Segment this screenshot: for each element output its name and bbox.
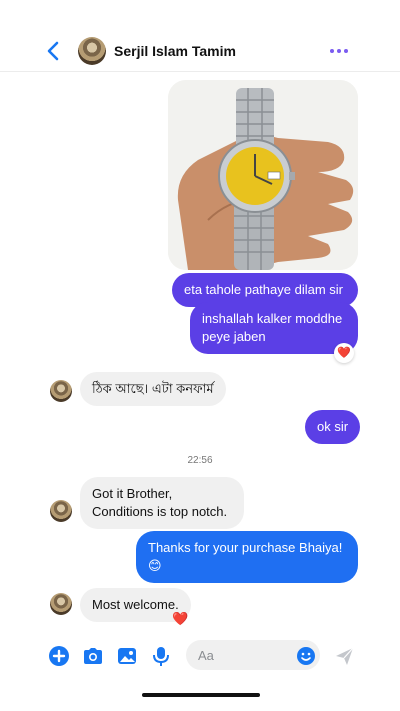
composer-bar: Aa: [0, 636, 400, 676]
heart-reaction[interactable]: ❤️: [172, 611, 188, 627]
plus-icon[interactable]: [48, 645, 70, 667]
message-text-line: Conditions is top notch.: [92, 504, 228, 519]
chevron-left-icon[interactable]: [44, 40, 64, 62]
microphone-icon[interactable]: [150, 645, 172, 667]
camera-icon[interactable]: [82, 645, 104, 667]
more-dots-icon[interactable]: [328, 43, 350, 59]
message-bubble-outgoing[interactable]: ok sir: [305, 410, 361, 444]
message-bubble-outgoing[interactable]: inshallah kalker moddhe peye jaben: [190, 302, 358, 354]
watch-image: [168, 80, 358, 270]
message-text-line: Thanks for your purchase Bhaiya!: [148, 540, 343, 555]
timestamp: 22:56: [187, 455, 213, 466]
contact-name[interactable]: Serjil Islam Tamim: [114, 43, 236, 59]
message-bubble-incoming[interactable]: ঠিক আছে। এটা কনফার্ম: [80, 372, 226, 406]
avatar[interactable]: [50, 380, 72, 402]
avatar[interactable]: [50, 593, 72, 615]
avatar[interactable]: [50, 500, 72, 522]
gallery-icon[interactable]: [116, 645, 138, 667]
avatar[interactable]: [78, 37, 106, 65]
emoji-icon[interactable]: [296, 646, 316, 666]
home-indicator: [142, 693, 260, 697]
watch-photo[interactable]: [168, 80, 358, 270]
chat-header: Serjil Islam Tamim: [0, 30, 400, 72]
message-bubble-outgoing[interactable]: Thanks for your purchase Bhaiya! 😊: [136, 531, 358, 583]
send-icon[interactable]: [333, 645, 355, 667]
message-text: inshallah kalker moddhe peye jaben: [202, 311, 343, 344]
heart-reaction[interactable]: ❤️: [334, 343, 354, 363]
message-bubble-incoming[interactable]: Got it Brother, Conditions is top notch.: [80, 477, 244, 529]
message-text-line: Got it Brother,: [92, 486, 173, 501]
emoji-smile: 😊: [148, 558, 162, 573]
